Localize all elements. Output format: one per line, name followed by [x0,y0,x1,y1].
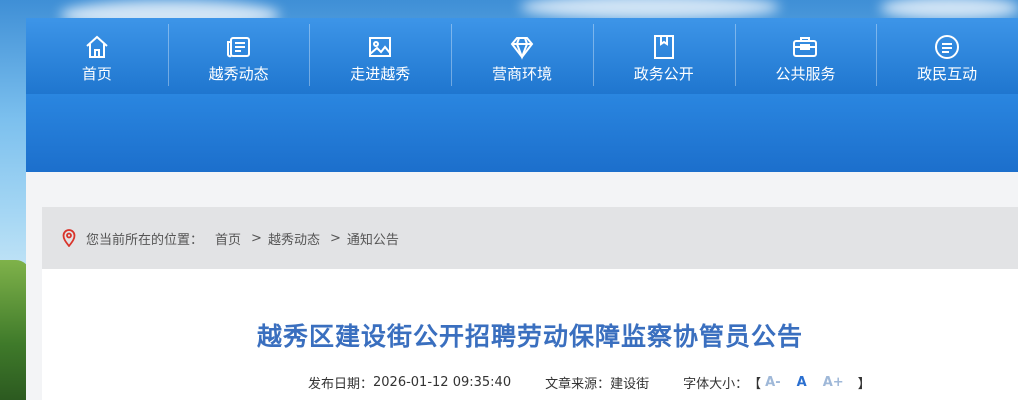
breadcrumb: 您当前所在的位置： 首页 > 越秀动态 > 通知公告 [42,207,1018,269]
nav-label: 越秀动态 [208,65,269,83]
newspaper-icon [226,37,250,58]
nav-label: 政民互动 [917,65,978,83]
nav-item-gov-affairs[interactable]: 政务公开 [592,18,735,94]
briefcase-icon [793,37,818,57]
nav-item-public-service[interactable]: 公共服务 [734,18,877,94]
nav-label: 公共服务 [775,65,836,83]
date-value: 2026-01-12 09:35:40 [373,375,512,390]
breadcrumb-notices-link[interactable]: 通知公告 [347,229,399,248]
picture-icon [369,37,392,57]
nav-label: 首页 [81,65,112,83]
date-label: 发布日期： [308,377,374,392]
home-icon [86,35,108,58]
bracket-open: 【 [748,377,762,392]
source-label: 文章来源： [545,377,611,392]
article-meta: 发布日期： 2026-01-12 09:35:40 文章来源： 建设街 字体大小… [308,373,871,392]
font-size-small-button[interactable]: A- [765,375,780,390]
chat-icon [935,35,960,59]
nav-label: 营商环境 [492,65,553,83]
breadcrumb-separator: > [329,230,341,246]
font-size-large-button[interactable]: A+ [823,375,844,390]
location-pin-icon [62,229,76,247]
bracket-close: 】 [857,377,871,392]
breadcrumb-home-link[interactable]: 首页 [215,229,241,248]
nav-label: 政务公开 [633,65,694,83]
nav-item-home[interactable]: 首页 [26,18,168,94]
main-nav: 首页 越秀动态 走进越秀 营商环境 政务公开 公共服务 政民互动 [26,18,1018,94]
cloud [520,0,780,20]
nav-item-news[interactable]: 越秀动态 [167,18,310,94]
source-value: 建设街 [610,377,650,392]
diamond-icon [510,37,534,60]
nav-item-about[interactable]: 走进越秀 [309,18,451,94]
nav-item-interaction[interactable]: 政民互动 [876,18,1018,94]
header-banner [26,94,1018,172]
article: 越秀区建设街公开招聘劳动保障监察协管员公告 发布日期： 2026-01-12 0… [42,269,1018,400]
breadcrumb-news-link[interactable]: 越秀动态 [268,229,320,248]
cloud [880,0,1018,20]
breadcrumb-prefix: 您当前所在的位置： [86,232,204,248]
article-title: 越秀区建设街公开招聘劳动保障监察协管员公告 [256,322,803,351]
font-size-label: 字体大小： [683,377,749,392]
nav-label: 走进越秀 [350,65,411,83]
nav-item-business[interactable]: 营商环境 [451,18,593,94]
breadcrumb-separator: > [251,230,262,246]
folder-icon [653,35,674,59]
font-size-normal-button[interactable]: A [797,375,807,390]
